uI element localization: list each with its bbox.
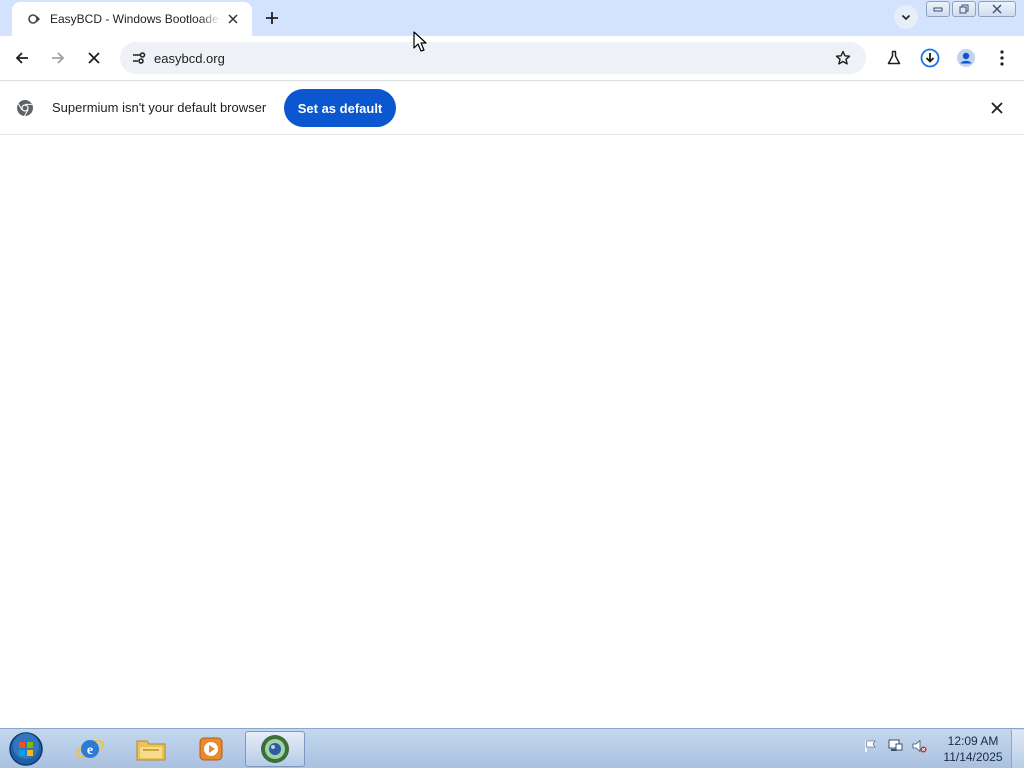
show-desktop-button[interactable] — [1011, 730, 1024, 768]
infobar-close-icon[interactable] — [988, 99, 1006, 117]
bookmark-star-icon[interactable] — [832, 47, 854, 69]
back-arrow-icon — [15, 52, 28, 64]
restore-button[interactable] — [952, 1, 976, 17]
profile-avatar-icon[interactable] — [953, 45, 979, 71]
minimize-icon — [933, 7, 943, 12]
easybcd-favicon-icon — [28, 12, 42, 26]
set-as-default-button[interactable]: Set as default — [284, 89, 396, 127]
default-browser-infobar: Supermium isn't your default browser Set… — [0, 82, 1024, 134]
forward-button[interactable] — [44, 44, 72, 72]
close-icon — [992, 4, 1002, 14]
stop-icon — [88, 52, 100, 64]
tab-search-button[interactable] — [894, 5, 918, 29]
start-button[interactable] — [6, 731, 46, 767]
close-window-button[interactable] — [978, 1, 1016, 17]
more-menu-icon[interactable] — [989, 45, 1015, 71]
download-icon[interactable] — [917, 45, 943, 71]
url-text: easybcd.org — [154, 50, 225, 66]
windows-taskbar: e 12:09 AM 11/14/2025 — [0, 728, 1024, 768]
infobar-message: Supermium isn't your default browser — [52, 100, 267, 115]
page-content — [0, 135, 1024, 728]
folder-icon — [136, 740, 166, 761]
network-icon[interactable] — [886, 737, 904, 755]
back-button[interactable] — [8, 44, 36, 72]
chevron-down-icon — [901, 14, 911, 21]
internet-explorer-taskbar-button[interactable]: e — [62, 731, 118, 767]
action-center-flag-icon[interactable] — [862, 737, 880, 755]
tab-title: EasyBCD - Windows Bootloader — [50, 12, 220, 26]
minimize-button[interactable] — [926, 1, 950, 17]
supermium-browser-icon — [261, 735, 289, 763]
windows-logo-icon — [9, 732, 43, 766]
system-tray — [862, 737, 928, 755]
svg-text:e: e — [87, 743, 93, 758]
address-bar[interactable]: easybcd.org — [120, 42, 866, 74]
mouse-cursor-icon — [413, 31, 427, 52]
site-info-icon[interactable] — [128, 47, 150, 69]
media-player-taskbar-button[interactable] — [183, 731, 239, 767]
windows-explorer-taskbar-button[interactable] — [123, 731, 179, 767]
restore-icon — [959, 4, 969, 14]
clock-time: 12:09 AM — [947, 734, 999, 748]
stop-loading-button[interactable] — [80, 44, 108, 72]
tab-close-icon[interactable] — [224, 10, 242, 28]
internet-explorer-icon: e — [76, 739, 104, 759]
taskbar-clock[interactable]: 12:09 AM 11/14/2025 — [938, 733, 1008, 765]
chromium-logo-icon — [16, 99, 34, 117]
tab-easybcd[interactable]: EasyBCD - Windows Bootloader — [12, 2, 252, 36]
clock-date: 11/14/2025 — [943, 750, 1003, 764]
supermium-taskbar-button[interactable] — [245, 731, 305, 767]
forward-arrow-icon — [52, 52, 65, 64]
window-controls — [926, 1, 1016, 17]
tab-strip: EasyBCD - Windows Bootloader — [0, 0, 1024, 36]
volume-muted-icon[interactable] — [910, 737, 928, 755]
labs-flask-icon[interactable] — [881, 45, 907, 71]
new-tab-button[interactable] — [260, 6, 284, 30]
browser-toolbar: easybcd.org — [0, 36, 1024, 81]
media-player-icon — [199, 737, 223, 761]
